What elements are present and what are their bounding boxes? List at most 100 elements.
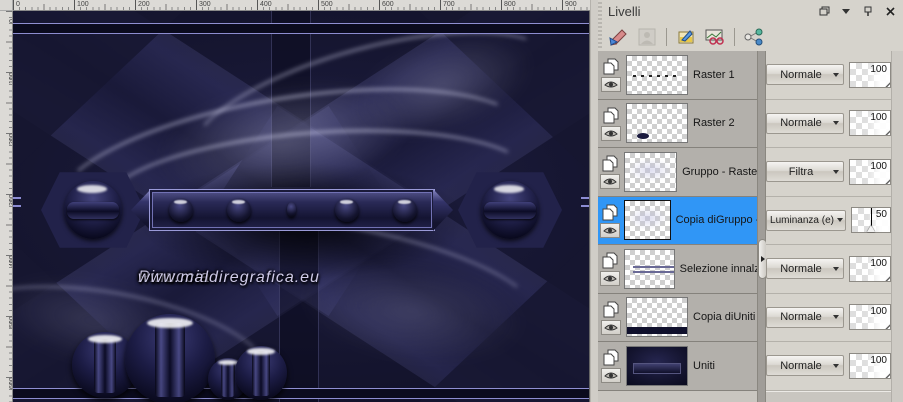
chevron-down-icon — [833, 121, 839, 126]
banner-stud — [169, 198, 193, 222]
layer-visibility-eye-icon[interactable] — [600, 174, 620, 190]
top-border-band — [13, 23, 589, 34]
layer-row[interactable]: Uniti — [598, 342, 757, 391]
layer-visibility-eye-icon[interactable] — [601, 125, 621, 141]
layers-list: Raster 1 Raster 2 Gruppo - Raste Copia d… — [598, 51, 903, 402]
layer-control-row: Filtra 100 — [766, 148, 891, 197]
watermark-url: www.maldiregrafica.eu — [138, 269, 320, 286]
layer-visibility-eye-icon[interactable] — [600, 271, 620, 287]
layer-row[interactable]: Gruppo - Raster 3 — [598, 148, 757, 197]
blend-mode-label: Normale — [780, 68, 822, 81]
layer-view-icon[interactable] — [702, 25, 728, 49]
ruler-label: 200 — [135, 0, 150, 10]
opacity-slider[interactable]: 100 — [849, 110, 891, 137]
layer-thumbnail[interactable] — [626, 297, 688, 338]
layer-pages-icon[interactable] — [601, 57, 621, 76]
layer-name: Selezione innalzata — [679, 262, 757, 275]
layer-row[interactable]: Raster 2 — [598, 99, 757, 148]
opacity-value: 100 — [870, 257, 887, 269]
layer-row[interactable]: Copia diGruppo - Rast — [598, 196, 757, 245]
layer-visibility-eye-icon[interactable] — [601, 319, 621, 335]
opacity-value: 100 — [870, 112, 887, 124]
edit-pencil-icon[interactable] — [605, 25, 631, 49]
layer-pages-icon[interactable] — [600, 203, 620, 222]
ruler-label: 400 — [257, 0, 272, 10]
blend-mode-dropdown[interactable]: Luminanza (e) — [766, 209, 847, 231]
blend-mode-label: Normale — [780, 311, 822, 324]
blend-mode-dropdown[interactable]: Normale — [766, 112, 844, 134]
layer-thumbnail[interactable] — [626, 345, 688, 386]
blend-mode-dropdown[interactable]: Normale — [766, 258, 844, 280]
layer-name: Raster 1 — [693, 68, 735, 81]
ruler-label: 600 — [379, 0, 394, 10]
blend-mode-dropdown[interactable]: Normale — [766, 355, 844, 377]
chevron-down-icon — [837, 218, 844, 223]
chevron-down-icon — [833, 315, 839, 320]
layer-control-row: Normale 100 — [766, 51, 891, 100]
panel-header: Livelli — [602, 0, 903, 22]
layer-row[interactable]: Selezione innalzata — [598, 245, 757, 294]
layer-thumbnail[interactable] — [626, 103, 688, 144]
layer-visibility-eye-icon[interactable] — [601, 77, 621, 93]
layer-thumbnail[interactable] — [624, 200, 671, 241]
layer-control-row: Normale 100 — [766, 293, 891, 342]
blend-mode-label: Normale — [780, 117, 822, 130]
banner-stud — [227, 198, 251, 222]
opacity-slider[interactable]: 100 — [849, 304, 891, 331]
blend-mode-dropdown[interactable]: Filtra — [766, 161, 844, 183]
layer-mini-buttons — [598, 251, 620, 287]
panel-splitter[interactable] — [757, 51, 767, 402]
toolbar-separator — [666, 27, 667, 46]
layer-pages-icon[interactable] — [601, 106, 621, 125]
opacity-slider[interactable]: 100 — [849, 61, 891, 88]
layer-visibility-eye-icon[interactable] — [601, 368, 621, 384]
new-layer-icon[interactable] — [673, 25, 699, 49]
close-icon[interactable] — [881, 3, 899, 19]
layer-pages-icon[interactable] — [601, 300, 621, 319]
mask-person-icon[interactable] — [634, 25, 660, 49]
layer-visibility-eye-icon[interactable] — [600, 222, 620, 238]
ruler-corner — [0, 0, 13, 11]
restore-button[interactable] — [815, 3, 833, 19]
opacity-value: 100 — [870, 63, 887, 75]
panel-toolbar — [602, 22, 903, 51]
toolbar-separator — [734, 27, 735, 46]
blend-mode-dropdown[interactable]: Normale — [766, 306, 844, 328]
opacity-slider[interactable]: 100 — [849, 158, 891, 185]
layer-thumbnail[interactable] — [626, 54, 688, 95]
canvas-artwork[interactable]: Pinuccia www.maldiregrafica.eu — [13, 11, 590, 402]
layer-thumbnail[interactable] — [624, 151, 678, 192]
layer-pages-icon[interactable] — [600, 154, 620, 173]
sphere-pin — [125, 314, 215, 402]
ruler-label: 700 — [440, 0, 455, 10]
ruler-label: 900 — [562, 0, 577, 10]
opacity-slider[interactable]: 100 — [849, 352, 891, 379]
panel-title: Livelli — [608, 3, 641, 19]
menu-arrow-button[interactable] — [837, 3, 855, 19]
layer-name: Gruppo - Raster 3 — [682, 165, 757, 178]
layer-mini-buttons — [598, 154, 620, 190]
left-knob — [64, 181, 122, 239]
layer-pages-icon[interactable] — [600, 251, 620, 270]
layer-pages-icon[interactable] — [601, 348, 621, 367]
layer-mini-buttons — [598, 106, 622, 141]
ruler-label: 100 — [74, 0, 89, 10]
layer-name: Uniti — [693, 359, 716, 372]
opacity-slider[interactable]: 100 — [849, 255, 891, 282]
opacity-slider[interactable]: 50 — [851, 207, 891, 234]
layer-mini-buttons — [598, 57, 622, 93]
link-layers-icon[interactable] — [741, 25, 767, 49]
edge-accent — [13, 197, 21, 199]
layer-name: Copia diGruppo - Rast — [675, 214, 757, 227]
chevron-down-icon — [833, 266, 839, 271]
blend-mode-dropdown[interactable]: Normale — [766, 64, 844, 86]
opacity-value: 100 — [870, 160, 887, 172]
layer-thumbnail[interactable] — [624, 248, 675, 289]
layer-row[interactable]: Copia diUniti — [598, 293, 757, 342]
panel-scrollbar[interactable] — [891, 51, 903, 402]
opacity-value: 100 — [870, 354, 887, 366]
layer-row[interactable]: Raster 1 — [598, 51, 757, 100]
layer-name: Copia diUniti — [693, 311, 756, 324]
pin-button[interactable] — [859, 3, 877, 19]
document-window: 0100200300400500600700800900 01002003004… — [0, 0, 590, 402]
